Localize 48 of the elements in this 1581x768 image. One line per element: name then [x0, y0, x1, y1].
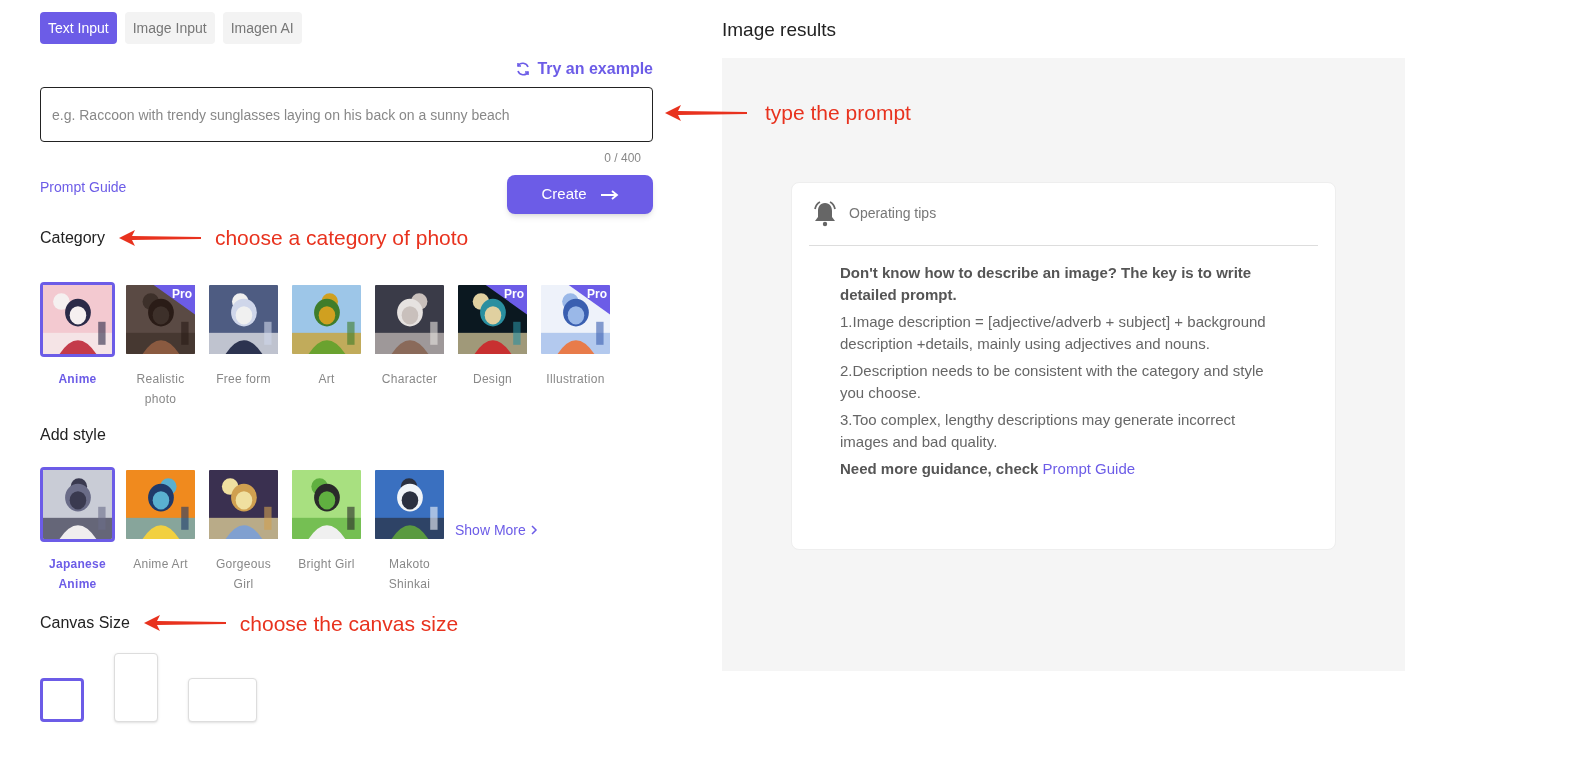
chevron-right-icon [529, 524, 538, 536]
create-button[interactable]: Create [507, 175, 653, 214]
category-thumbnail[interactable] [40, 281, 115, 357]
tip-text: 1.Image description = [adjective/adverb + subject] + background description +details, mainly using adjectives and nouns. [840, 311, 1267, 354]
annotation-text: type the prompt [765, 100, 911, 126]
tab[interactable]: Image Input [124, 12, 215, 44]
style-label: Anime Art [132, 555, 189, 573]
refresh-icon [515, 61, 532, 77]
show-more-link[interactable]: Show More [455, 519, 538, 541]
category-label: Art [318, 370, 335, 388]
prompt-guide-link[interactable]: Prompt Guide [1042, 459, 1136, 477]
annotation-text: choose a category of photo [214, 225, 469, 251]
category-label: Character [381, 370, 438, 388]
arrow-annotation-icon [665, 104, 747, 121]
canvas-size-option[interactable] [40, 678, 84, 722]
prompt-guide-link[interactable]: Prompt Guide [40, 177, 127, 198]
prompt-field[interactable]: e.g. Raccoon with trendy sunglasses laying on his back on a sunny beach [40, 87, 653, 142]
category-label: Free form [216, 370, 271, 388]
tip-text: 2.Description needs to be consistent with the category and style you choose. [840, 360, 1265, 403]
tab[interactable]: Text Input [40, 12, 117, 44]
tips-title: Operating tips [849, 204, 937, 223]
category-label: Design [472, 370, 513, 388]
arrow-annotation-icon [118, 229, 201, 246]
category-label: Realistic photo [135, 370, 186, 408]
annotation-text: choose the canvas size [239, 610, 459, 637]
category-label: Anime [58, 370, 97, 388]
category-label: Illustration [546, 370, 605, 388]
try-example-link[interactable]: Try an example [537, 57, 653, 81]
bell-icon [811, 199, 839, 228]
category-thumbnail[interactable]: Pro [455, 281, 530, 357]
category-thumbnail[interactable]: Pro [123, 281, 198, 357]
style-label: Makoto Shinkai [387, 555, 432, 593]
tip-text: 3.Too complex, lengthy descriptions may generate incorrect images and bad quality. [840, 409, 1237, 452]
style-label: Japanese Anime [47, 555, 108, 593]
style-label: Gorgeous Girl [214, 555, 273, 593]
tips-intro: Don't know how to describe an image? The key is to write detailed prompt. [840, 262, 1253, 305]
style-label: Bright Girl [297, 555, 356, 573]
section-title: Category [40, 227, 105, 248]
character-counter: 0 / 400 [604, 150, 641, 167]
section-title: Add style [40, 424, 107, 445]
arrow-right-icon [600, 189, 619, 200]
category-thumbnail[interactable]: Pro [538, 281, 613, 357]
style-thumbnail[interactable] [40, 466, 115, 542]
results-title: Image results [722, 18, 838, 42]
arrow-annotation-icon [143, 615, 226, 632]
tips-footer: Need more guidance, check Prompt Guide [840, 457, 1287, 480]
section-title: Canvas Size [40, 613, 130, 634]
tab[interactable]: Imagen AI [222, 12, 302, 44]
